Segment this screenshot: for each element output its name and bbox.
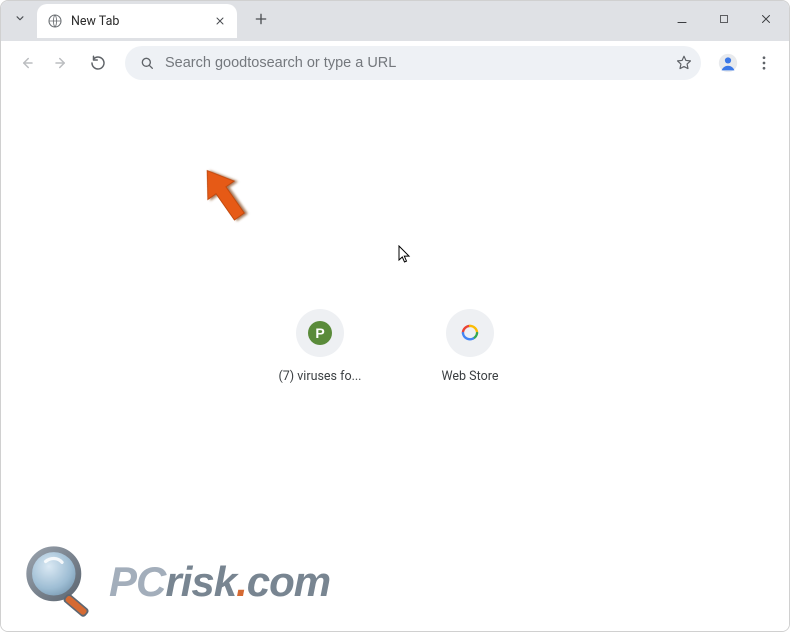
magnifier-icon — [21, 541, 103, 623]
minimize-icon — [675, 12, 689, 26]
cursor-icon — [398, 245, 414, 265]
forward-arrow-icon — [53, 54, 71, 72]
shortcut-viruses[interactable]: P (7) viruses fo... — [275, 309, 365, 384]
bookmark-star-icon[interactable] — [675, 54, 693, 72]
shortcut-circle — [446, 309, 494, 357]
web-store-icon — [459, 322, 481, 344]
maximize-button[interactable] — [707, 5, 741, 33]
shortcut-circle: P — [296, 309, 344, 357]
titlebar: New Tab — [1, 1, 789, 41]
watermark: PCrisk.com — [21, 541, 330, 623]
tab-new-tab[interactable]: New Tab — [37, 4, 237, 38]
close-icon — [214, 15, 226, 27]
close-window-button[interactable] — [749, 5, 783, 33]
globe-icon — [47, 13, 63, 29]
kebab-menu-icon — [755, 54, 773, 72]
tab-search-button[interactable] — [7, 5, 33, 31]
profile-button[interactable] — [713, 48, 743, 78]
new-tab-button[interactable] — [247, 5, 275, 33]
forward-button[interactable] — [47, 48, 77, 78]
annotation-arrow-icon — [195, 161, 255, 231]
reload-button[interactable] — [83, 48, 113, 78]
profile-avatar-icon — [717, 52, 739, 74]
address-input[interactable] — [165, 55, 665, 71]
shortcut-web-store[interactable]: Web Store — [425, 309, 515, 384]
close-icon — [759, 12, 773, 26]
maximize-icon — [718, 13, 730, 25]
reload-icon — [89, 54, 107, 72]
chevron-down-icon — [13, 11, 27, 25]
search-icon — [139, 55, 155, 71]
back-arrow-icon — [17, 54, 35, 72]
shortcut-label: Web Store — [425, 369, 515, 384]
omnibox[interactable] — [125, 46, 701, 80]
shortcut-badge-icon: P — [306, 319, 334, 347]
tabstrip: New Tab — [1, 1, 275, 41]
tab-close-button[interactable] — [211, 12, 229, 30]
toolbar — [1, 41, 789, 85]
shortcut-label: (7) viruses fo... — [275, 369, 365, 384]
page-content: P (7) viruses fo... Web Store — [1, 85, 789, 632]
minimize-button[interactable] — [665, 5, 699, 33]
svg-text:P: P — [315, 325, 324, 341]
back-button[interactable] — [11, 48, 41, 78]
watermark-text: PCrisk.com — [109, 558, 330, 606]
browser-window: New Tab — [0, 0, 790, 632]
menu-button[interactable] — [749, 48, 779, 78]
shortcut-row: P (7) viruses fo... Web Store — [275, 309, 515, 384]
window-controls — [665, 5, 783, 33]
plus-icon — [253, 11, 269, 27]
tab-title: New Tab — [71, 14, 203, 29]
